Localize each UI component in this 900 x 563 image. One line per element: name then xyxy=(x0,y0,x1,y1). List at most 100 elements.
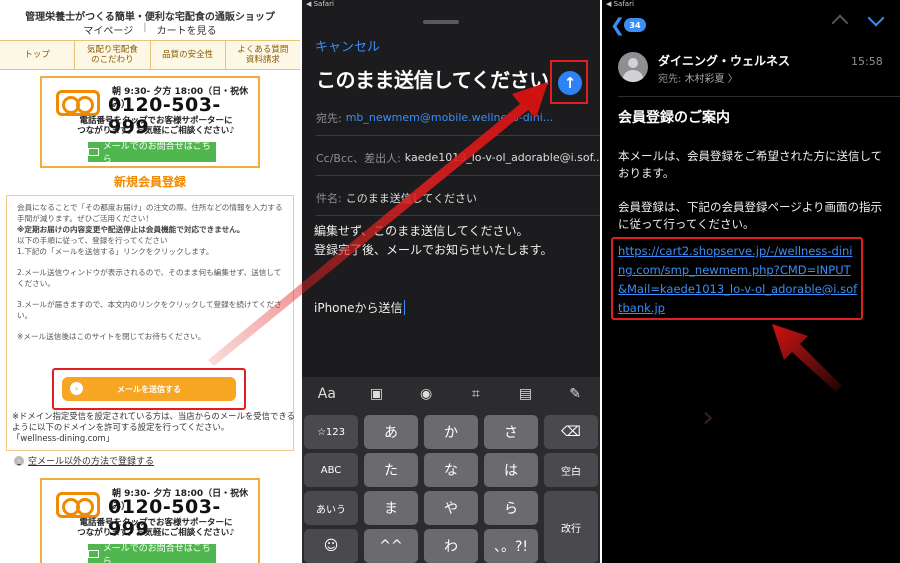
subject-field[interactable]: 件名: このまま送信してください xyxy=(316,180,600,216)
key-ma[interactable]: ま xyxy=(364,491,418,525)
other-method-link[interactable]: › 空メール以外の方法で登録する xyxy=(14,454,154,467)
mail-detail-panel: ◀ Safari ❮ 34 ダイニング・ウェルネス 宛先: 木村彩夏 〉 15:… xyxy=(602,0,900,563)
signature[interactable]: iPhoneから送信 xyxy=(314,299,406,316)
message-body[interactable]: 編集せず、このまま送信してください。 登録完了後、メールでお知らせいたします。 xyxy=(314,222,553,260)
recipient-label: 宛先: xyxy=(658,74,682,85)
cc-field[interactable]: Cc/Bcc、差出人: kaede1013_lo-v-ol_adorable@i… xyxy=(316,140,600,176)
key-return[interactable]: 改行 xyxy=(544,491,598,563)
key-kana[interactable]: あいう xyxy=(304,491,358,525)
key-ha[interactable]: は xyxy=(484,453,538,487)
key-kaomoji[interactable]: ^^ xyxy=(364,529,418,563)
site-nav: トップ 気配り宅配食 のこだわり 品質の安全性 よくある質問 資料請求 xyxy=(0,40,300,70)
cc-label: Cc/Bcc、差出人: xyxy=(316,151,401,165)
domain-note: ※ドメイン指定受信を設定されている方は、当店からのメールを受信できるように以下の… xyxy=(12,411,295,443)
site-tagline: 管理栄養士がつくる簡単・便利な宅配食の通販ショップ xyxy=(25,12,275,23)
back-chevron-icon[interactable]: ❮ xyxy=(610,15,625,36)
text-cursor xyxy=(403,300,406,315)
contact-box-top: 朝 9:30- 夕方 18:00（日・祝休み） 0120-503-999 電話番… xyxy=(40,76,260,168)
cancel-button[interactable]: キャンセル xyxy=(315,36,380,55)
send-arrow-icon[interactable]: ↑ xyxy=(558,71,582,95)
body-paragraph: 会員登録は、下記の会員登録ページより画面の指示に従って行ってください。 xyxy=(618,200,883,231)
contact-note: 電話番号をタップでお客様サポーターに つながります。お気軽にご相談ください♪ xyxy=(77,518,235,538)
japanese-keyboard: ☆123 あ か さ ⌫ ABC た な は 空白 あいう ま や ら 改行 ☺… xyxy=(302,411,600,563)
key-punct[interactable]: 、。?! xyxy=(484,529,538,563)
key-ka[interactable]: か xyxy=(424,415,478,449)
text-format-button[interactable]: Aa xyxy=(317,384,337,404)
key-ya[interactable]: や xyxy=(424,491,478,525)
sender-name[interactable]: ダイニング・ウェルネス xyxy=(658,52,790,69)
message-body: 本メールは、会員登録をご希望された方に送信しております。 会員登録は、下記の会員… xyxy=(618,148,890,233)
other-method-label: 空メール以外の方法で登録する xyxy=(28,457,155,467)
markup-icon[interactable]: ✎ xyxy=(565,384,585,404)
chevron-up-icon[interactable] xyxy=(831,14,849,32)
send-mail-label: メールを送信する xyxy=(117,384,181,394)
sheet-grabber[interactable] xyxy=(423,20,459,24)
key-a[interactable]: あ xyxy=(364,415,418,449)
cart-link[interactable]: カートを見る xyxy=(147,22,227,38)
emoji-icon[interactable]: ☺ xyxy=(304,529,358,563)
key-space[interactable]: 空白 xyxy=(544,453,598,487)
signature-text: iPhoneから送信 xyxy=(314,301,403,315)
mail-inquiry-button[interactable]: メールでのお問合せはこちら xyxy=(88,544,216,563)
nav-safety[interactable]: 品質の安全性 xyxy=(151,41,226,69)
freedial-icon xyxy=(56,492,100,518)
to-label: 宛先: xyxy=(316,111,342,125)
contact-box-bottom: 朝 9:30- 夕方 18:00（日・祝休み） 0120-503-999 電話番… xyxy=(40,478,260,563)
key-abc[interactable]: ABC xyxy=(304,453,358,487)
instruction-line: 1.下記の「メールを送信する」リンクをクリックします。 xyxy=(17,247,214,256)
backspace-icon[interactable]: ⌫ xyxy=(544,415,598,449)
mail-icon xyxy=(88,148,99,156)
nav-commitment[interactable]: 気配り宅配食 のこだわり xyxy=(75,41,151,69)
instruction-line: 会員になることで「その都度お届け」の注文の際、住所などの情報を入力する手間が減り… xyxy=(17,203,283,223)
divider xyxy=(618,96,900,97)
photo-icon[interactable]: ▣ xyxy=(366,384,386,404)
key-ta[interactable]: た xyxy=(364,453,418,487)
registration-link[interactable]: https://cart2.shopserve.jp/-/wellness-di… xyxy=(618,242,858,318)
key-na[interactable]: な xyxy=(424,453,478,487)
status-back-safari[interactable]: ◀ Safari xyxy=(306,0,334,8)
mail-inquiry-button[interactable]: メールでのお問合せはこちら xyxy=(88,142,216,165)
format-toolbar: Aa ▣ ◉ ⌗ ▤ ✎ xyxy=(302,377,600,411)
body-line: 登録完了後、メールでお知らせいたします。 xyxy=(314,243,553,257)
message-time: 15:58 xyxy=(851,55,883,68)
document-icon[interactable]: ▤ xyxy=(515,384,535,404)
subject-value: このまま送信してください xyxy=(345,191,478,205)
recipient-line[interactable]: 宛先: 木村彩夏 〉 xyxy=(658,70,738,85)
mail-nav-bar: ❮ 34 xyxy=(602,9,900,40)
compose-sheet: キャンセル このまま送信してください ↑ 宛先: mb_newmem@mobil… xyxy=(302,8,600,383)
chevron-down-icon[interactable] xyxy=(867,9,885,27)
scan-icon[interactable]: ⌗ xyxy=(466,384,486,404)
chevron-right-icon: › xyxy=(14,455,24,466)
key-sa[interactable]: さ xyxy=(484,415,538,449)
camera-icon[interactable]: ◉ xyxy=(416,384,436,404)
key-ra[interactable]: ら xyxy=(484,491,538,525)
site-sublinks: マイページ | カートを見る xyxy=(0,22,300,38)
body-paragraph: 本メールは、会員登録をご希望された方に送信しております。 xyxy=(618,149,883,180)
send-mail-button[interactable]: › メールを送信する xyxy=(62,377,236,401)
subject-label: 件名: xyxy=(316,191,342,205)
contact-note: 電話番号をタップでお客様サポーターに つながります。お気軽にご相談ください♪ xyxy=(77,116,235,136)
freedial-icon xyxy=(56,90,100,116)
shop-website-panel: 管理栄養士がつくる簡単・便利な宅配食の通販ショップ マイページ | カートを見る… xyxy=(0,0,300,563)
to-field[interactable]: 宛先: mb_newmem@mobile.wellness-dini... xyxy=(316,100,600,136)
compose-title: このまま送信してください xyxy=(316,68,549,92)
key-wa[interactable]: わ xyxy=(424,529,478,563)
instruction-line: 3.メールが届きますので、本文内のリンクをクリックして登録を続けてください。 xyxy=(17,300,282,320)
instruction-line: 以下の手順に従って、登録を行ってください xyxy=(17,236,168,245)
status-back-safari[interactable]: ◀ Safari xyxy=(606,0,634,8)
mail-inquiry-label: メールでのお問合せはこちら xyxy=(102,544,211,563)
instruction-line: ※メール送信後はこのサイトを閉じてお待ちください。 xyxy=(17,332,206,341)
key-numbers[interactable]: ☆123 xyxy=(304,415,358,449)
mail-compose-panel: ◀ Safari キャンセル このまま送信してください ↑ 宛先: mb_new… xyxy=(302,0,600,563)
nav-top[interactable]: トップ xyxy=(0,41,76,69)
unread-badge[interactable]: 34 xyxy=(624,18,646,32)
cc-value: kaede1013_lo-v-ol_adorable@i.sof... xyxy=(404,151,600,164)
mypage-link[interactable]: マイページ xyxy=(73,22,143,38)
recipient-name: 木村彩夏 〉 xyxy=(684,74,738,85)
arrow-right-icon: › xyxy=(70,382,83,395)
to-value: mb_newmem@mobile.wellness-dini... xyxy=(345,111,554,124)
nav-faq[interactable]: よくある質問 資料請求 xyxy=(226,41,300,69)
